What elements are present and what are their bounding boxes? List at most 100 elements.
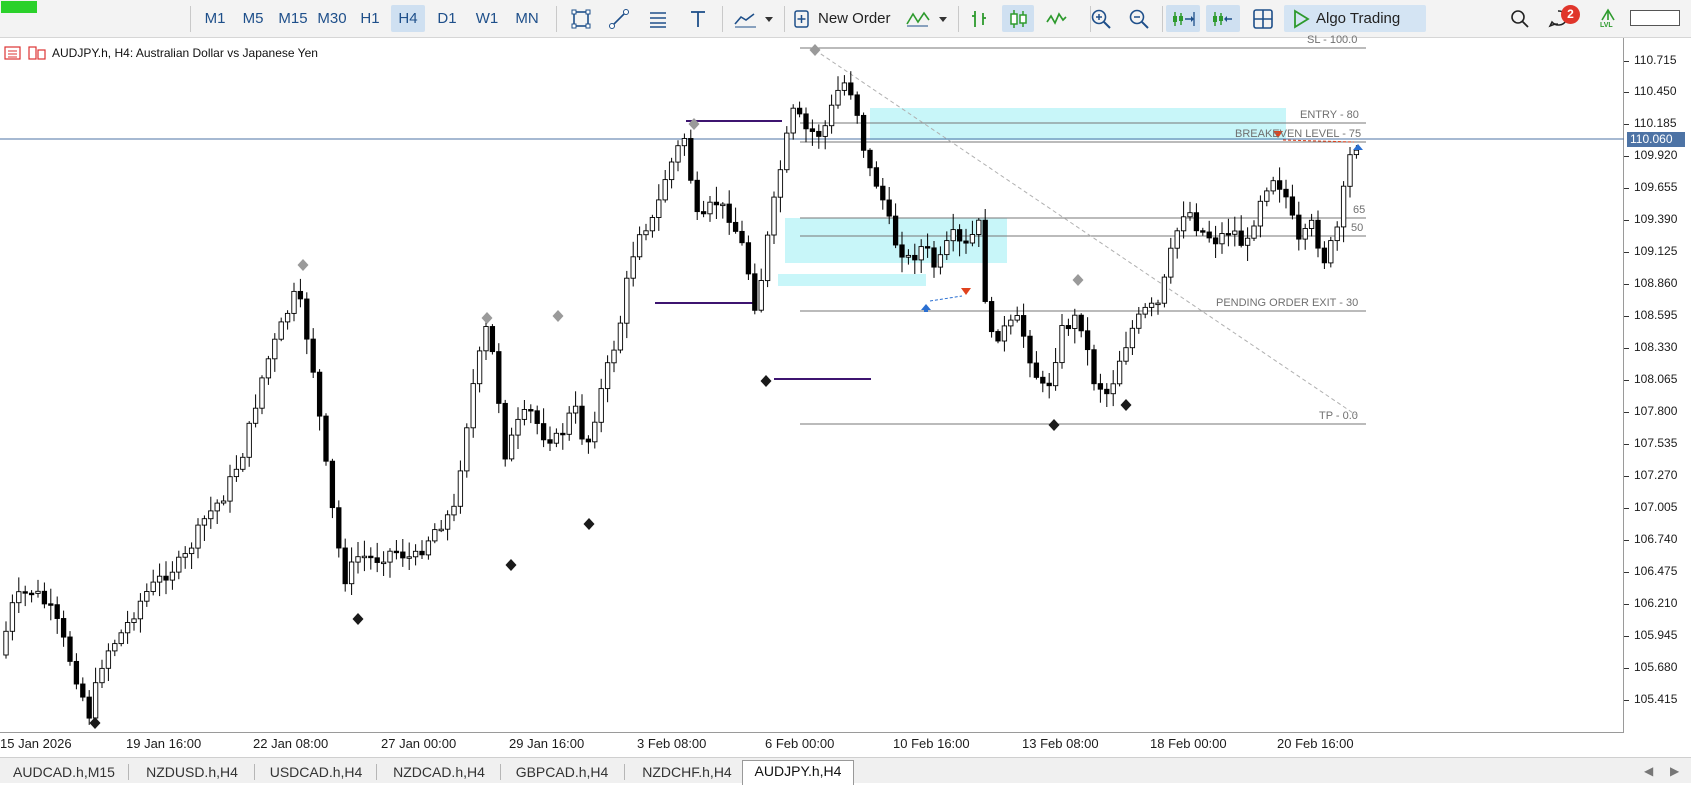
candle-body [1110, 383, 1116, 395]
candle-body [163, 575, 169, 581]
tab-gbpcad-h4[interactable]: GBPCAD.h,H4 [505, 762, 619, 783]
time-tick-label: 19 Jan 16:00 [126, 736, 202, 751]
candle-body [540, 423, 547, 441]
candle-body [643, 230, 649, 236]
price-tickmark [1624, 61, 1629, 62]
search-icon[interactable] [1506, 5, 1534, 32]
candle-body [169, 571, 176, 581]
candle-body [924, 246, 931, 249]
candle-body [361, 555, 368, 559]
candle-body [572, 405, 579, 414]
connection-strength-indicator[interactable] [1630, 10, 1680, 26]
timeframe-w1[interactable]: W1 [471, 5, 503, 32]
timeframe-m30[interactable]: M30 [314, 5, 350, 32]
timeframe-h1[interactable]: H1 [355, 5, 385, 32]
candle-body [1206, 231, 1212, 239]
timeframe-mn[interactable]: MN [510, 5, 544, 32]
candle-body [969, 234, 976, 244]
indicators-dropdown[interactable] [902, 5, 952, 32]
chart-type-dropdown[interactable] [730, 5, 778, 32]
candle-body [1251, 225, 1257, 239]
candle-body [412, 550, 419, 558]
trendline-icon[interactable] [604, 5, 634, 32]
candle-body [233, 468, 240, 478]
candlestick-chart-icon[interactable] [1002, 5, 1034, 32]
tab-usdcad-h4[interactable]: USDCAD.h,H4 [259, 762, 373, 783]
tabs-scroll-right-icon[interactable]: ▶ [1670, 764, 1679, 778]
candle-body [1065, 325, 1072, 330]
candle-body [1097, 383, 1104, 390]
candle-body [1225, 233, 1232, 236]
candle-body [86, 696, 92, 719]
price-tick-label: 108.065 [1634, 372, 1678, 386]
time-tick-label: 13 Feb 08:00 [1022, 736, 1099, 751]
candle-body [656, 199, 662, 218]
candle-body [880, 185, 886, 201]
price-tick-label: 107.270 [1634, 468, 1678, 482]
candle-body [771, 196, 777, 236]
candle-body [809, 128, 816, 132]
candle-body [1148, 302, 1155, 308]
toolbar-separator [556, 6, 557, 32]
algo-trading-label: Algo Trading [1316, 10, 1401, 27]
tab-separator [128, 764, 129, 780]
connection-strength-fill [1, 1, 37, 13]
candle-body [982, 219, 988, 302]
line-chart-icon[interactable] [1041, 5, 1071, 32]
tabs-scroll-left-icon[interactable]: ◀ [1644, 764, 1653, 778]
tab-nzdusd-h4[interactable]: NZDUSD.h,H4 [134, 762, 250, 783]
candle-body [387, 550, 393, 563]
chart-list-icon[interactable] [4, 46, 22, 60]
autoscroll-icon[interactable] [1166, 5, 1200, 32]
candle-body [720, 203, 726, 207]
tab-audcad-m15[interactable]: AUDCAD.h,M15 [6, 762, 122, 783]
candle-body [937, 254, 944, 268]
crosshair-rectangle-icon[interactable] [566, 5, 596, 32]
bar-chart-icon[interactable] [964, 5, 994, 32]
candle-body [1155, 302, 1161, 306]
candle-body [1033, 362, 1040, 378]
tile-windows-icon[interactable] [1248, 5, 1278, 32]
candle-body [956, 229, 963, 242]
price-tickmark [1624, 380, 1629, 381]
candle-body [1174, 230, 1180, 249]
price-tick-label: 105.945 [1634, 628, 1678, 642]
fibonacci-icon[interactable] [643, 5, 673, 32]
candle-body [764, 234, 771, 282]
chart-shift-icon[interactable] [1206, 5, 1240, 32]
new-order-button[interactable]: New Order [792, 5, 896, 32]
candle-body [1008, 319, 1014, 327]
tab-nzdchf-h4[interactable]: NZDCHF.h,H4 [629, 762, 745, 783]
candle-body [611, 349, 617, 364]
level-65-label: 65 [1353, 204, 1366, 216]
trade-history-icon[interactable] [28, 46, 48, 60]
timeframe-h4[interactable]: H4 [391, 5, 425, 32]
text-tool-icon[interactable] [683, 5, 713, 32]
algo-trading-button[interactable]: Algo Trading [1284, 5, 1426, 32]
tab-nzdcad-h4[interactable]: NZDCAD.h,H4 [381, 762, 497, 783]
timeframe-m15[interactable]: M15 [275, 5, 311, 32]
zoom-out-icon[interactable] [1124, 5, 1154, 32]
zoom-in-icon[interactable] [1086, 5, 1116, 32]
tab-audjpy-h4[interactable]: AUDJPY.h,H4 [742, 760, 854, 785]
candle-body [739, 230, 745, 244]
timeframe-d1[interactable]: D1 [432, 5, 462, 32]
candle-body [137, 600, 144, 620]
candle-body [803, 113, 809, 130]
timeframe-m1[interactable]: M1 [200, 5, 230, 32]
candle-body [675, 145, 681, 163]
price-tick-label: 110.450 [1634, 84, 1677, 98]
price-tickmark [1624, 572, 1629, 573]
breakeven-label: BREAKEVEN LEVEL - 75 [1235, 128, 1362, 140]
candle-body [585, 438, 592, 443]
candle-body [777, 169, 784, 198]
candle-body [1020, 315, 1027, 337]
price-tick-label: 108.860 [1634, 276, 1678, 290]
candle-body [73, 660, 80, 685]
price-chart[interactable] [0, 38, 1624, 733]
candle-body [9, 602, 16, 632]
new-order-label: New Order [818, 10, 891, 27]
timeframe-m5[interactable]: M5 [238, 5, 268, 32]
candle-body [899, 244, 905, 258]
symbol-tabs-bar: AUDCAD.h,M15 NZDUSD.h,H4 USDCAD.h,H4 NZD… [0, 757, 1691, 785]
